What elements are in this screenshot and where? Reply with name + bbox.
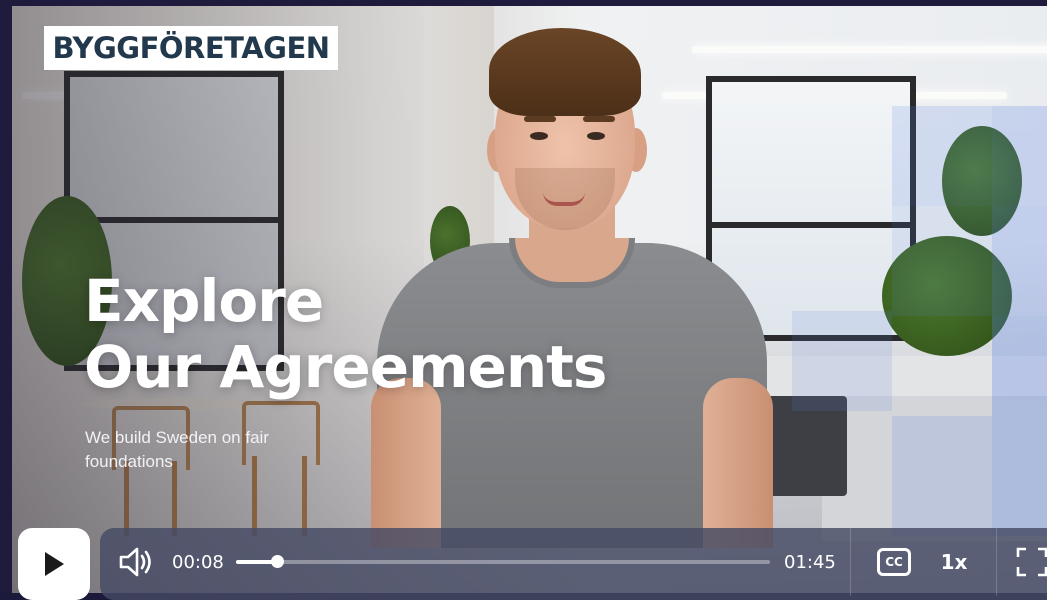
hero-headline-line1: Explore [84, 267, 324, 335]
progress-handle[interactable] [270, 555, 284, 568]
video-player[interactable]: BYGGFÖRETAGEN Explore Our Agreements We … [0, 0, 1047, 593]
brand-logo: BYGGFÖRETAGEN [44, 26, 338, 70]
current-time: 00:08 [172, 551, 224, 573]
hero-headline-line2: Our Agreements [84, 333, 607, 401]
presenter-brow [524, 116, 556, 122]
fullscreen-icon [1016, 547, 1047, 577]
presenter-hair [489, 28, 641, 116]
volume-icon [119, 547, 151, 577]
playback-speed-button[interactable]: 1x [932, 544, 976, 580]
presenter-arm [371, 378, 441, 548]
presenter-brow [583, 116, 615, 122]
presenter-eye [587, 132, 605, 140]
control-divider [996, 528, 997, 596]
playback-speed-label: 1x [940, 550, 968, 574]
progress-slider[interactable] [236, 555, 770, 568]
presenter-eye [530, 132, 548, 140]
brand-logo-text: BYGGFÖRETAGEN [52, 31, 330, 65]
player-control-bar: 00:08 01:45 CC 1x [100, 528, 1047, 600]
fullscreen-button[interactable] [1016, 544, 1047, 580]
play-button[interactable] [18, 528, 90, 600]
hero-subline: We build Sweden on fair foundations [85, 428, 269, 471]
volume-button[interactable] [114, 542, 158, 582]
hero-headline: Explore Our Agreements [84, 267, 607, 401]
captions-button[interactable]: CC [874, 544, 914, 580]
play-icon [45, 552, 64, 576]
captions-icon: CC [877, 548, 911, 576]
presenter-arm [703, 378, 773, 548]
duration: 01:45 [784, 551, 836, 573]
control-divider [850, 528, 851, 596]
